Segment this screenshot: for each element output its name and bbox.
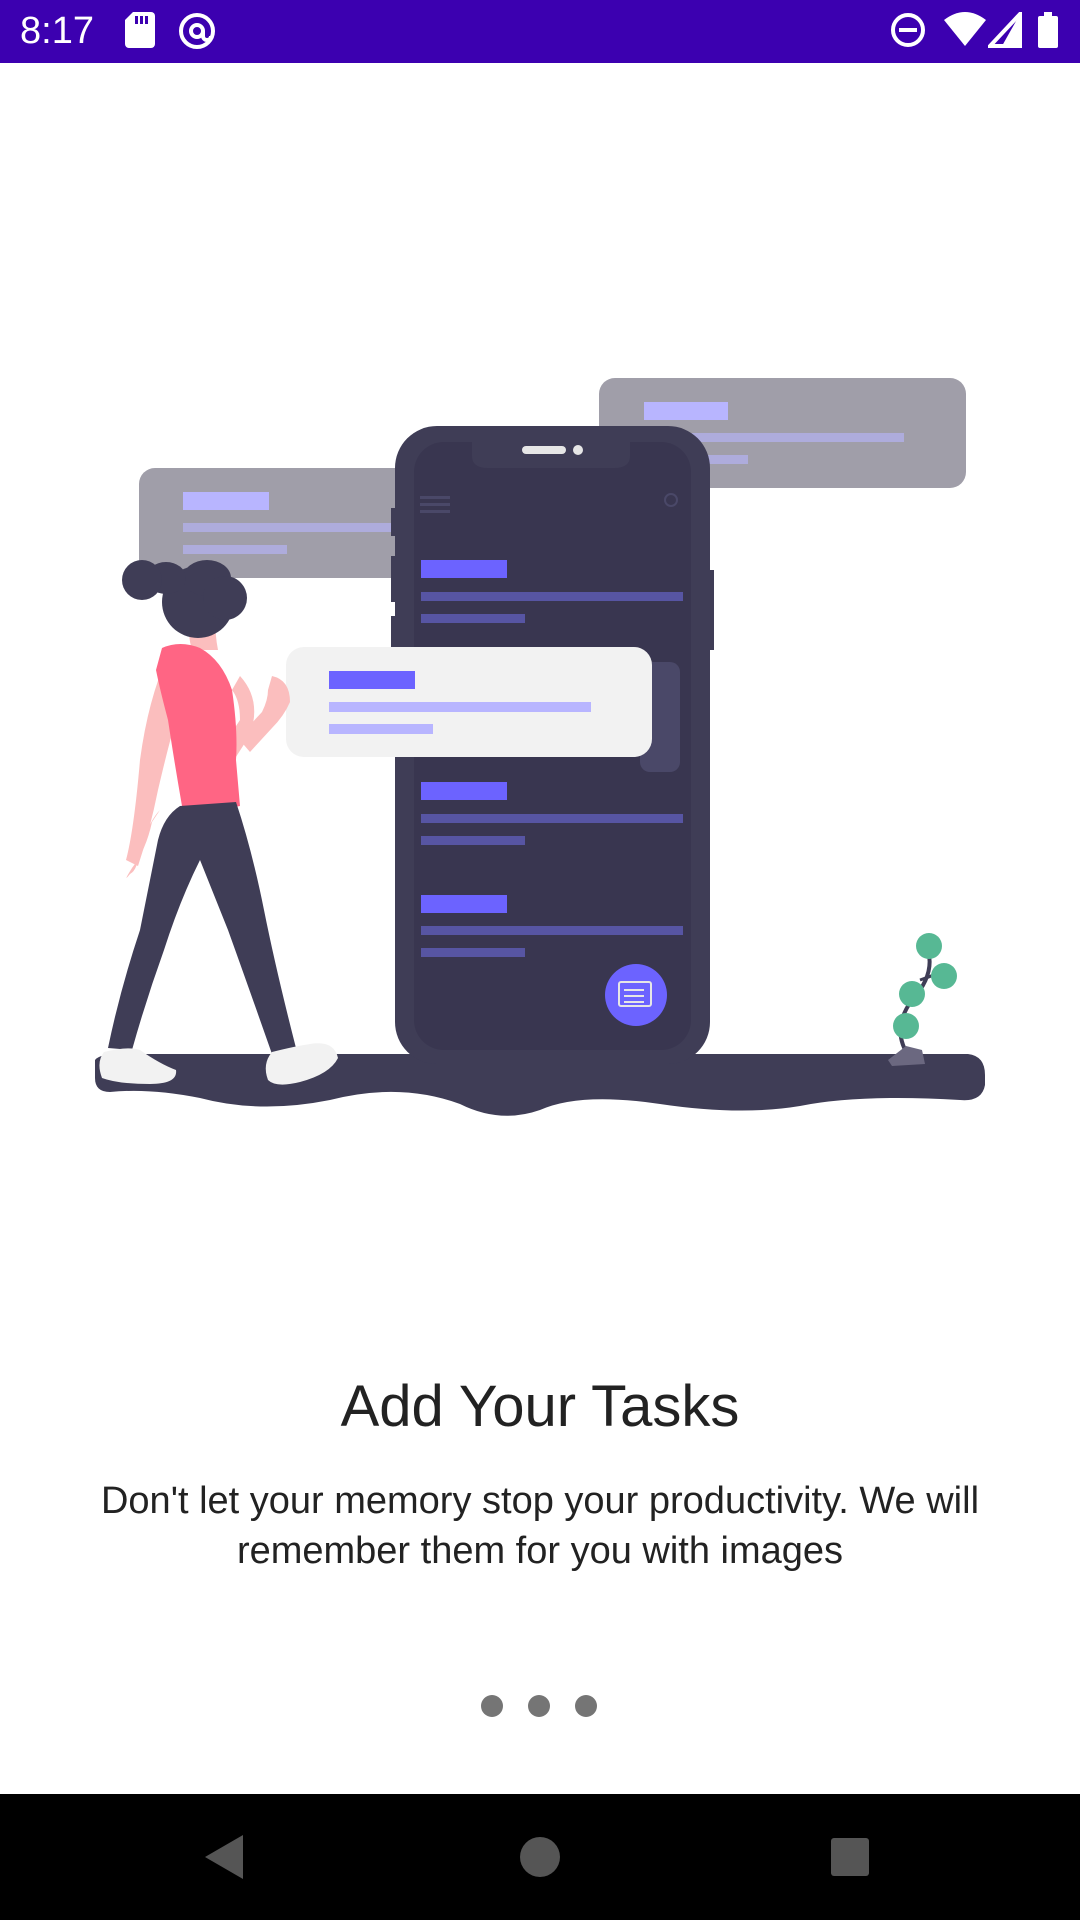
status-bar: 8:17 (0, 0, 1080, 63)
page-indicator-dot-3[interactable] (575, 1695, 597, 1717)
signal-icon (985, 8, 1022, 53)
home-button[interactable] (460, 1794, 620, 1920)
recents-icon (831, 1838, 869, 1876)
status-time: 8:17 (20, 10, 94, 52)
sd-card-icon (125, 12, 155, 53)
onboarding-title: Add Your Tasks (340, 1374, 740, 1439)
tasks-illustration (95, 378, 985, 1116)
onboarding-illustration (0, 63, 1080, 1213)
onboarding-description: Don't let your memory stop your producti… (100, 1480, 980, 1572)
page-indicator-dot-2[interactable] (528, 1695, 550, 1717)
navigation-bar (0, 1794, 1080, 1920)
back-icon (205, 1835, 243, 1879)
page-indicator-dot-1[interactable] (481, 1695, 503, 1717)
battery-icon (1038, 12, 1058, 53)
do-not-disturb-icon (890, 12, 926, 53)
at-sign-icon (178, 12, 216, 55)
wifi-icon (944, 12, 986, 53)
page-indicator (0, 1695, 1080, 1719)
home-icon (520, 1837, 560, 1877)
back-button[interactable] (145, 1794, 305, 1920)
recents-button[interactable] (770, 1794, 930, 1920)
